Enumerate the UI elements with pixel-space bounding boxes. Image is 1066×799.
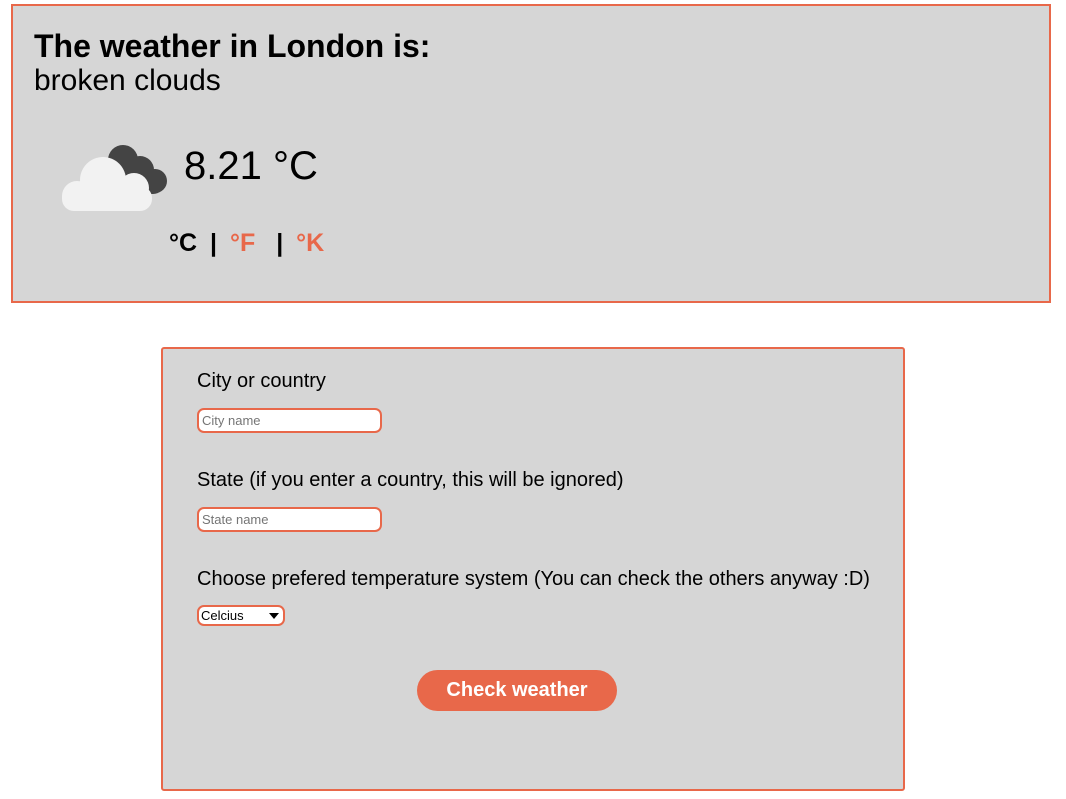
weather-title: The weather in London is:	[34, 28, 431, 64]
unit-kelvin-link[interactable]: °K	[296, 228, 324, 258]
city-label: City or country	[197, 370, 326, 392]
temperature-value: 8.21 °C	[184, 144, 318, 188]
broken-clouds-icon	[62, 145, 167, 211]
temperature-system-label: Choose prefered temperature system (You …	[197, 568, 870, 590]
city-input[interactable]	[197, 408, 382, 433]
state-input[interactable]	[197, 507, 382, 532]
unit-switcher: °C | °F | °K	[169, 228, 324, 258]
unit-separator: |	[276, 229, 284, 257]
weather-description: broken clouds	[34, 64, 221, 97]
unit-celsius: °C	[169, 229, 198, 257]
temperature-system-select[interactable]: Celcius	[197, 605, 285, 626]
check-weather-button[interactable]: Check weather	[417, 670, 617, 711]
weather-panel: The weather in London is: broken clouds …	[11, 4, 1051, 303]
temperature-system-selected: Celcius	[201, 608, 244, 623]
search-form: City or country State (if you enter a co…	[161, 347, 905, 791]
unit-fahrenheit-link[interactable]: °F	[230, 228, 255, 258]
unit-separator: |	[210, 229, 218, 257]
state-label: State (if you enter a country, this will…	[197, 469, 624, 491]
chevron-down-icon	[269, 612, 279, 619]
